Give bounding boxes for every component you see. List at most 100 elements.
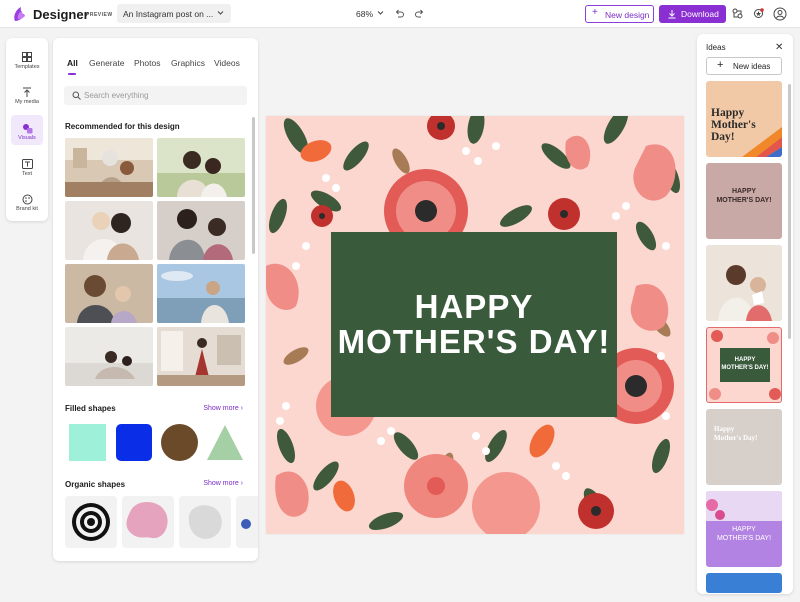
idea-card-6-text: HAPPY MOTHER'S DAY! xyxy=(716,526,772,543)
photo-child-hug xyxy=(157,201,245,260)
rail-item-templates[interactable]: Templates xyxy=(6,44,48,74)
rail-item-text[interactable]: Text xyxy=(6,151,48,181)
photo-grandmother-kitchen xyxy=(65,138,153,197)
ideas-scrollbar[interactable] xyxy=(788,84,791,339)
new-design-button[interactable]: + New design xyxy=(585,5,654,23)
photo-thumbnail[interactable] xyxy=(157,138,245,197)
search-input[interactable] xyxy=(84,89,239,102)
shape-rounded-square[interactable] xyxy=(116,424,152,461)
rail-label-visuals: Visuals xyxy=(18,135,36,141)
tab-all[interactable]: All xyxy=(67,58,78,68)
photo-beach-hug xyxy=(157,264,245,323)
brand-kit-icon xyxy=(22,194,33,205)
premium-icon[interactable] xyxy=(752,7,765,20)
search-icon xyxy=(72,91,81,100)
shape-circle[interactable] xyxy=(161,424,198,461)
rail-item-visuals[interactable]: Visuals xyxy=(11,115,43,145)
chevron-down-icon xyxy=(217,11,224,15)
left-rail: Templates My media Visuals Text Brand ki… xyxy=(6,38,48,221)
plus-icon: + xyxy=(717,59,724,71)
upload-icon xyxy=(23,87,31,97)
organic-shape-grey-blob[interactable] xyxy=(179,496,231,548)
tab-graphics[interactable]: Graphics xyxy=(171,58,205,68)
photo-thumbnail[interactable] xyxy=(65,327,153,386)
shape-triangle[interactable] xyxy=(206,424,244,461)
filled-shapes-show-more[interactable]: Show more › xyxy=(203,405,243,412)
preview-tag: PREVIEW xyxy=(86,12,113,18)
photo-bed-reading xyxy=(65,327,153,386)
idea-card-1-text: Happy Mother's Day! xyxy=(711,107,756,144)
greeting-line-2[interactable]: MOTHER'S DAY! xyxy=(338,324,611,360)
visuals-icon xyxy=(23,124,33,134)
rail-label-templates: Templates xyxy=(14,64,40,70)
idea-card-2-text: HAPPY MOTHER'S DAY! xyxy=(716,188,772,205)
photo-thumbnail[interactable] xyxy=(157,201,245,260)
tab-videos[interactable]: Videos xyxy=(214,58,240,68)
idea-card-2[interactable]: HAPPY MOTHER'S DAY! xyxy=(706,163,782,239)
organic-shapes-show-more[interactable]: Show more › xyxy=(203,480,243,487)
recommended-title: Recommended for this design xyxy=(65,122,180,131)
idea-card-3[interactable] xyxy=(706,245,782,321)
organic-shape-pink-blob[interactable] xyxy=(122,496,174,548)
app-brand: Designer xyxy=(33,7,89,22)
idea-card-1[interactable]: Happy Mother's Day! xyxy=(706,81,782,157)
tab-photos[interactable]: Photos xyxy=(134,58,160,68)
organic-shape-rings[interactable] xyxy=(65,496,117,548)
download-label: Download xyxy=(681,9,719,19)
rail-item-brand-kit[interactable]: Brand kit xyxy=(6,186,48,216)
organic-shapes-title: Organic shapes xyxy=(65,480,126,489)
rail-label-brand-kit: Brand kit xyxy=(16,206,38,212)
rail-item-my-media[interactable]: My media xyxy=(6,79,48,109)
photo-thumbnail[interactable] xyxy=(65,201,153,260)
organic-shape-blue[interactable] xyxy=(236,496,258,548)
close-icon[interactable]: ✕ xyxy=(775,42,783,53)
designer-logo-icon xyxy=(14,7,25,21)
photo-thumbnail[interactable] xyxy=(65,264,153,323)
document-title-dropdown[interactable]: An Instagram post on ... xyxy=(117,4,231,23)
shape-square[interactable] xyxy=(69,424,106,461)
new-ideas-label: New ideas xyxy=(733,62,771,71)
show-more-label: Show more xyxy=(203,480,239,487)
ideas-title: Ideas xyxy=(706,43,726,52)
new-ideas-button[interactable]: + New ideas xyxy=(706,57,782,75)
new-design-label: New design xyxy=(605,10,650,20)
greeting-text-box[interactable]: HAPPY MOTHER'S DAY! xyxy=(331,232,617,417)
design-canvas[interactable]: HAPPY MOTHER'S DAY! xyxy=(266,116,684,534)
zoom-level[interactable]: 68% xyxy=(356,9,373,19)
text-icon xyxy=(22,159,33,169)
idea-card-4[interactable]: HAPPY MOTHER'S DAY! xyxy=(706,327,782,403)
rail-label-my-media: My media xyxy=(15,99,39,105)
tab-generate[interactable]: Generate xyxy=(89,58,124,68)
visuals-panel: All Generate Photos Graphics Videos Reco… xyxy=(53,38,258,561)
share-icon[interactable] xyxy=(731,7,744,20)
zoom-chevron-icon[interactable] xyxy=(376,8,385,17)
active-tab-indicator xyxy=(68,73,76,75)
photo-family-smiling xyxy=(65,264,153,323)
rail-label-text: Text xyxy=(21,171,33,177)
show-more-label: Show more xyxy=(203,405,239,412)
idea-card-7[interactable] xyxy=(706,573,782,593)
undo-icon[interactable] xyxy=(394,8,405,19)
download-button[interactable]: Download xyxy=(659,5,726,23)
templates-icon xyxy=(22,52,32,62)
top-bar: Designer PREVIEW An Instagram post on ..… xyxy=(0,0,800,28)
idea-card-3-photo xyxy=(706,245,782,321)
photo-mother-daughter-outdoor xyxy=(157,138,245,197)
panel-scrollbar[interactable] xyxy=(252,117,255,254)
search-box[interactable] xyxy=(64,86,247,105)
photo-thumbnail[interactable] xyxy=(157,264,245,323)
redo-icon[interactable] xyxy=(414,8,425,19)
photo-hug-mother-daughter xyxy=(65,201,153,260)
ideas-panel: Ideas ✕ + New ideas Happy Mother's Day! … xyxy=(697,34,793,594)
account-icon[interactable] xyxy=(773,7,787,21)
plus-icon: + xyxy=(592,7,598,18)
greeting-line-1[interactable]: HAPPY xyxy=(415,289,534,325)
idea-card-6[interactable]: HAPPY MOTHER'S DAY! xyxy=(706,491,782,567)
idea-card-5[interactable]: Happy Mother's Day! xyxy=(706,409,782,485)
photo-thumbnail[interactable] xyxy=(65,138,153,197)
filled-shapes-title: Filled shapes xyxy=(65,404,116,413)
idea-card-4-text: HAPPY MOTHER'S DAY! xyxy=(721,357,769,371)
idea-card-5-text: Happy Mother's Day! xyxy=(714,425,758,443)
download-icon xyxy=(668,10,676,19)
photo-thumbnail[interactable] xyxy=(157,327,245,386)
